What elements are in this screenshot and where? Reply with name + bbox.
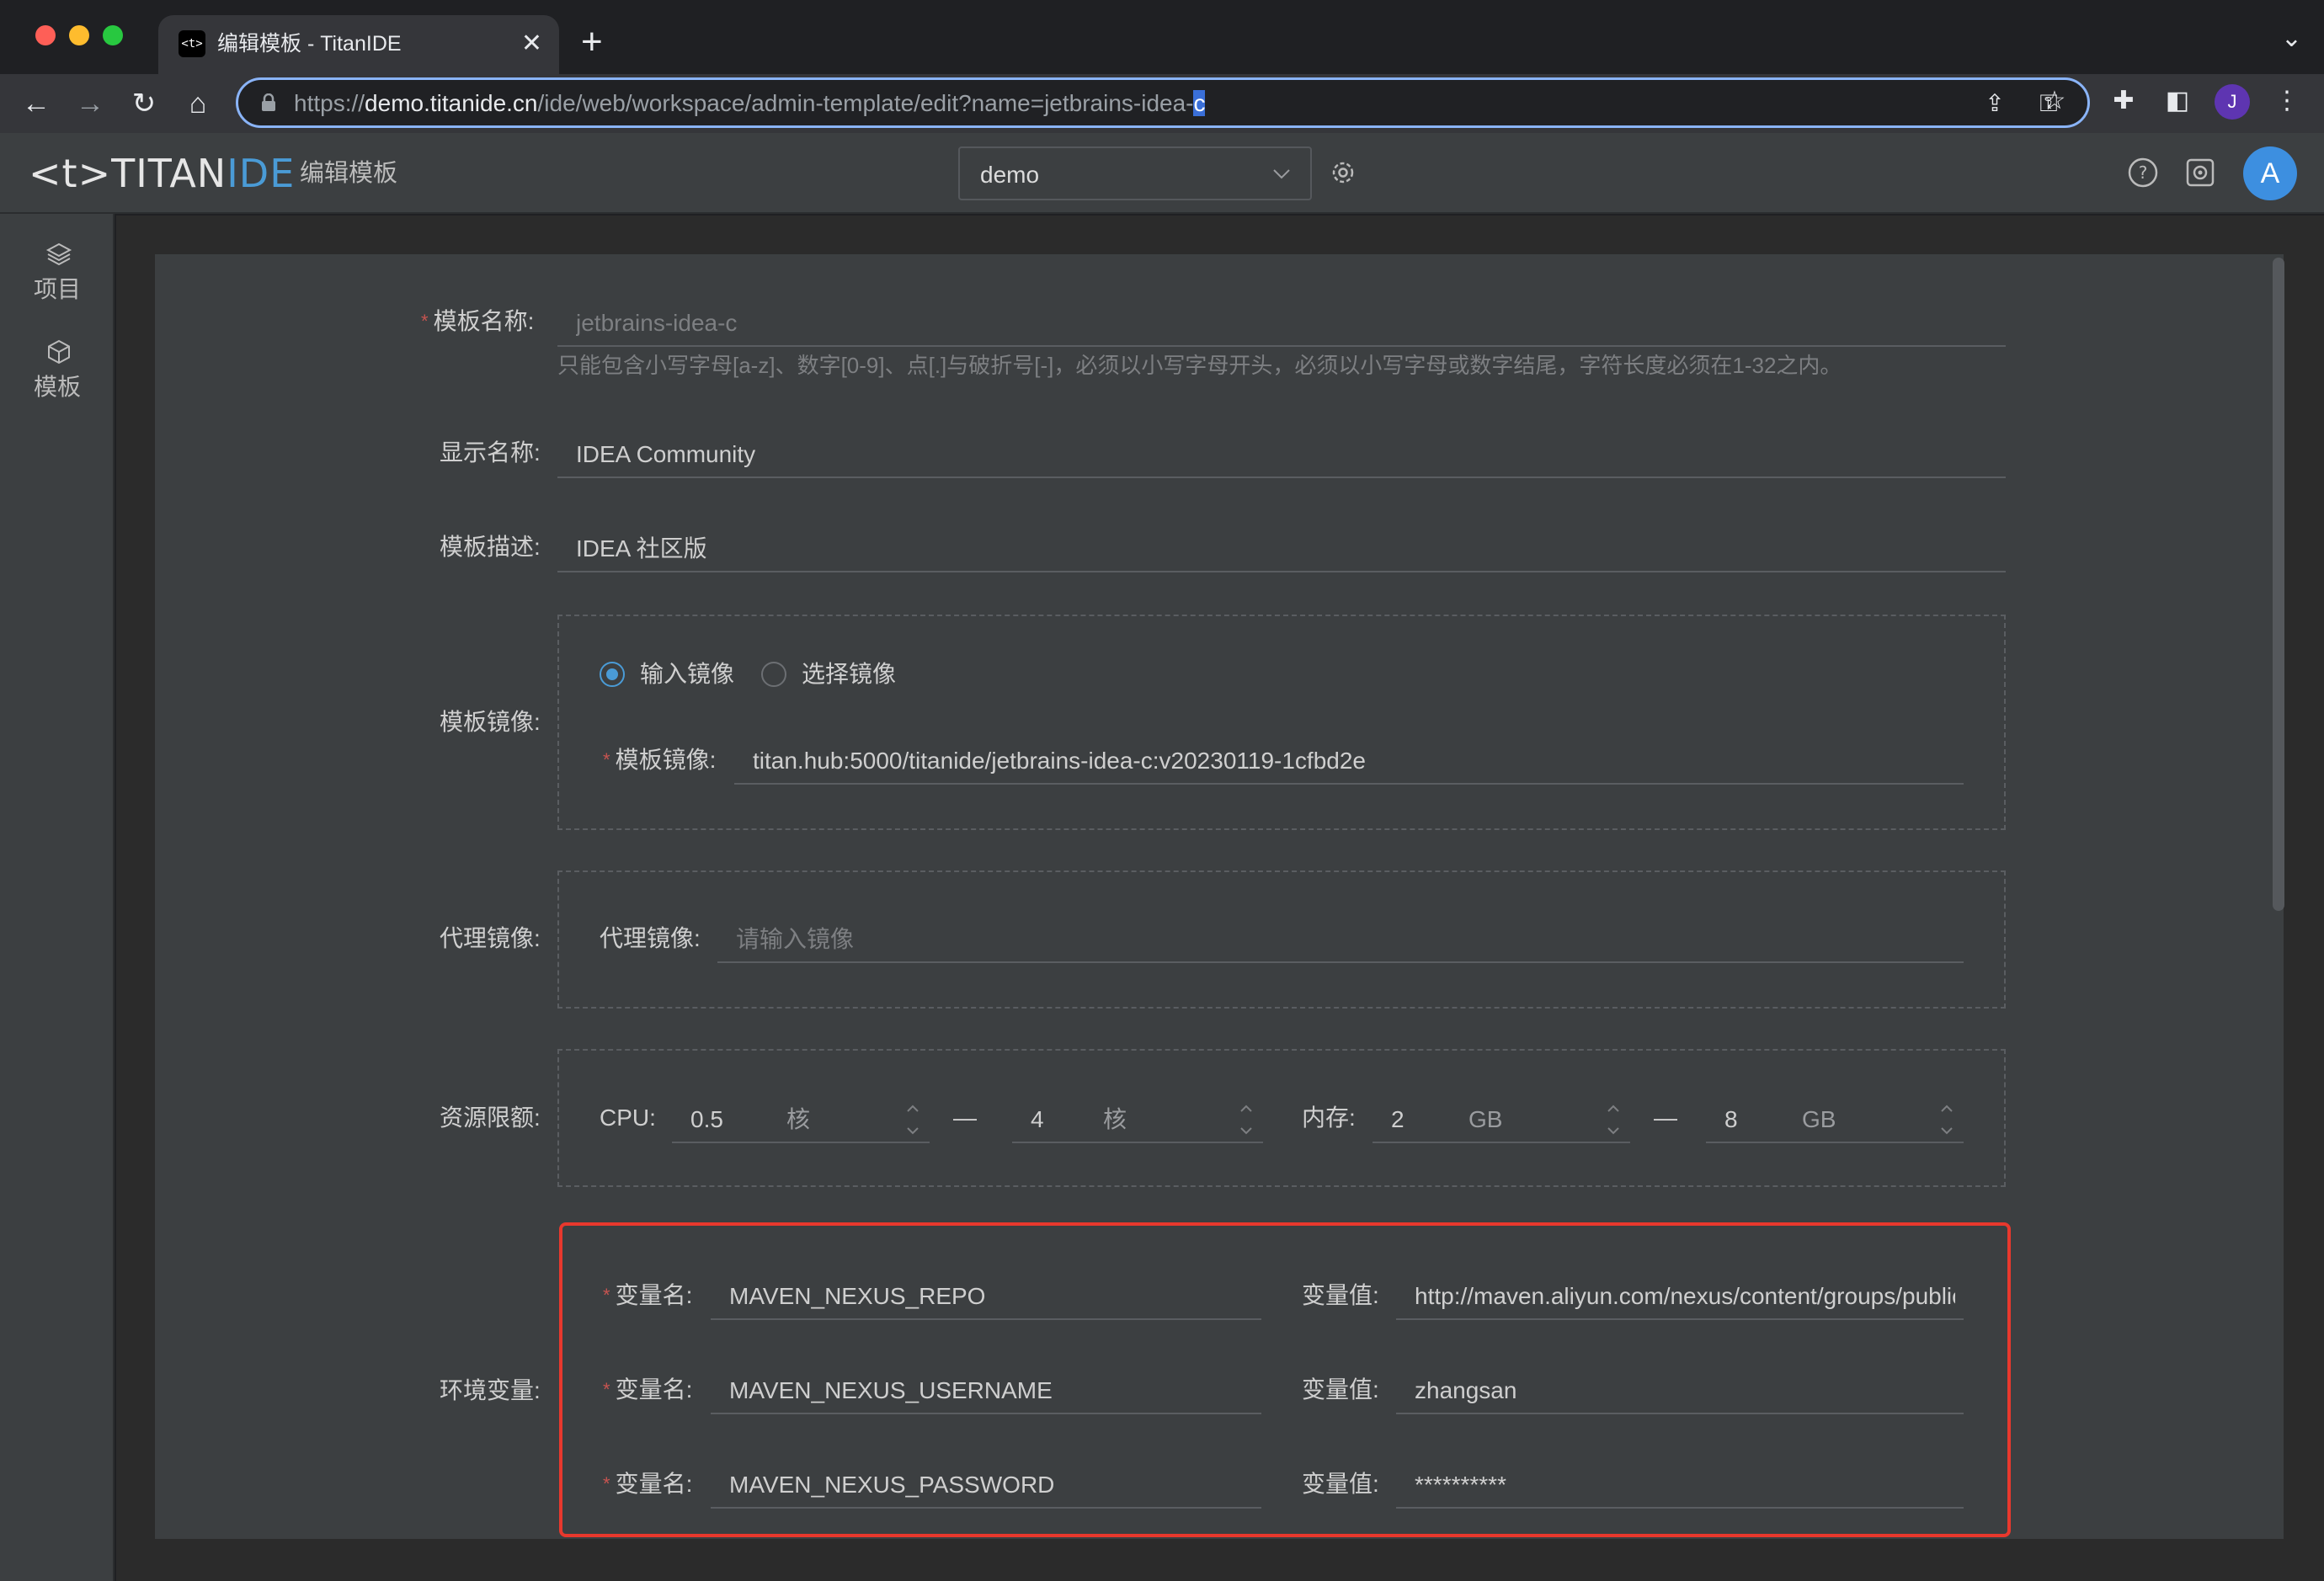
proxy-image-label: 代理镜像: xyxy=(440,925,541,951)
env-value-label: 变量值: xyxy=(1302,1471,1379,1497)
resources-label: 资源限额: xyxy=(440,1105,541,1131)
svg-text:?: ? xyxy=(2139,162,2148,183)
user-avatar[interactable]: A xyxy=(2243,146,2297,200)
side-panel-icon[interactable]: ◧ xyxy=(2161,84,2194,118)
proxy-image-placeholder: 请输入镜像 xyxy=(736,926,855,952)
radio-select-image-label[interactable]: 选择镜像 xyxy=(802,657,896,691)
browser-tab-active[interactable]: <t> 编辑模板 - TitanIDE ✕ xyxy=(158,15,559,74)
spinner-arrows-icon[interactable] xyxy=(1938,1099,1955,1140)
template-name-hint: 只能包含小写字母[a-z]、数字[0-9]、点[.]与破折号[-]，必须以小写字… xyxy=(557,353,1842,378)
new-tab-plus-icon[interactable]: + xyxy=(581,19,603,66)
reload-icon[interactable]: ↻ xyxy=(125,84,163,123)
memory-range-separator: — xyxy=(1654,1105,1677,1131)
browser-toolbar: ← → ↻ ⌂ https://demo.titanide.cn/ide/web… xyxy=(0,74,2324,133)
help-icon[interactable]: ? xyxy=(2125,155,2161,190)
memory-label: 内存: xyxy=(1302,1105,1356,1131)
env-value-input[interactable]: http://maven.aliyun.com/nexus/content/gr… xyxy=(1396,1273,1964,1320)
gear-icon[interactable] xyxy=(1327,157,1359,189)
env-name-label: 变量名: xyxy=(603,1279,693,1312)
window-zoom-button[interactable] xyxy=(103,25,123,45)
tab-title: 编辑模板 - TitanIDE xyxy=(217,32,402,56)
sidebar-item-label: 项目 xyxy=(33,276,81,302)
workspace-select-value: demo xyxy=(980,162,1040,188)
spinner-arrows-icon[interactable] xyxy=(1238,1099,1255,1140)
image-label: 模板镜像: xyxy=(440,709,541,735)
radio-select-image[interactable] xyxy=(761,662,786,687)
display-name-label: 显示名称: xyxy=(440,439,541,466)
share-icon[interactable]: ⇪ xyxy=(1980,88,2010,119)
env-name-input[interactable]: MAVEN_NEXUS_PASSWORD xyxy=(711,1461,1261,1509)
home-icon[interactable]: ⌂ xyxy=(179,84,217,123)
image-input[interactable]: titan.hub:5000/titanide/jetbrains-idea-c… xyxy=(734,737,1964,785)
env-value-label: 变量值: xyxy=(1302,1282,1379,1308)
tab-close-icon[interactable]: ✕ xyxy=(521,27,542,61)
url-text: https://demo.titanide.cn/ide/web/workspa… xyxy=(294,90,1206,116)
forward-arrow-icon[interactable]: → xyxy=(71,84,109,123)
description-label: 模板描述: xyxy=(440,534,541,560)
workspace-select[interactable]: demo xyxy=(958,146,1312,200)
env-value-input[interactable]: ********** xyxy=(1396,1461,1964,1509)
sidebar-item-templates[interactable]: 模板 xyxy=(0,328,115,413)
browser-profile-avatar[interactable]: J xyxy=(2215,84,2250,120)
sidebar: 项目 模板 xyxy=(0,214,115,1581)
env-name-input[interactable]: MAVEN_NEXUS_REPO xyxy=(711,1273,1261,1320)
env-value-input[interactable]: zhangsan xyxy=(1396,1367,1964,1414)
spinner-arrows-icon[interactable] xyxy=(904,1099,921,1140)
template-name-input[interactable]: jetbrains-idea-c xyxy=(557,300,2006,347)
env-name-input[interactable]: MAVEN_NEXUS_USERNAME xyxy=(711,1367,1261,1414)
image-value: titan.hub:5000/titanide/jetbrains-idea-c… xyxy=(753,748,1366,774)
window-close-button[interactable] xyxy=(35,25,56,45)
description-input[interactable]: IDEA 社区版 xyxy=(557,525,2006,572)
spinner-arrows-icon[interactable] xyxy=(1605,1099,1622,1140)
extensions-puzzle-icon[interactable]: ✚ xyxy=(2107,84,2140,118)
description-value: IDEA 社区版 xyxy=(576,535,707,562)
settings-panel-icon[interactable] xyxy=(2183,155,2218,190)
env-name-label: 变量名: xyxy=(603,1467,693,1501)
back-arrow-icon[interactable]: ← xyxy=(17,84,56,123)
bookmark-star-icon[interactable]: ☆ xyxy=(2038,84,2071,118)
image-inner-label: 模板镜像: xyxy=(603,743,717,777)
layers-icon xyxy=(45,242,72,266)
cpu-range-separator: — xyxy=(953,1105,977,1131)
browser-menu-icon[interactable]: ⋮ xyxy=(2270,84,2304,118)
sidebar-item-projects[interactable]: 项目 xyxy=(0,231,115,315)
radio-input-image[interactable] xyxy=(600,662,625,687)
template-name-label: 模板名称: xyxy=(421,305,535,338)
window-minimize-button[interactable] xyxy=(69,25,89,45)
tab-search-chevron-icon[interactable]: ⌄ xyxy=(2281,22,2302,56)
memory-max-input[interactable]: 8 GB xyxy=(1706,1096,1964,1143)
memory-min-input[interactable]: 2 GB xyxy=(1373,1096,1630,1143)
proxy-image-inner-label: 代理镜像: xyxy=(600,925,701,951)
chevron-down-icon xyxy=(1273,169,1290,179)
cube-icon xyxy=(48,339,70,365)
sidebar-item-label: 模板 xyxy=(33,374,81,400)
page-title: 编辑模板 xyxy=(300,160,398,187)
cpu-max-input[interactable]: 4 核 xyxy=(1012,1096,1263,1143)
titanide-favicon-icon: <t> xyxy=(179,30,205,57)
lock-icon xyxy=(262,93,275,111)
env-label: 环境变量: xyxy=(440,1377,541,1403)
titanide-logo[interactable]: <t>TITANIDE xyxy=(29,150,295,197)
display-name-value: IDEA Community xyxy=(576,441,756,467)
display-name-input[interactable]: IDEA Community xyxy=(557,431,2006,478)
template-name-value: jetbrains-idea-c xyxy=(576,310,738,336)
address-bar[interactable]: https://demo.titanide.cn/ide/web/workspa… xyxy=(236,77,2090,128)
env-value-label: 变量值: xyxy=(1302,1376,1379,1403)
env-name-label: 变量名: xyxy=(603,1373,693,1407)
cpu-label: CPU: xyxy=(600,1105,656,1131)
image-group xyxy=(557,615,2006,830)
proxy-image-input[interactable]: 请输入镜像 xyxy=(717,916,1964,963)
radio-input-image-label[interactable]: 输入镜像 xyxy=(640,657,734,691)
form-scrollbar[interactable] xyxy=(2273,258,2284,911)
browser-tab-bar: <t> 编辑模板 - TitanIDE ✕ + ⌄ xyxy=(0,0,2324,74)
cpu-min-input[interactable]: 0.5 核 xyxy=(672,1096,930,1143)
app-header: <t>TITANIDE 编辑模板 demo ? A xyxy=(0,133,2324,214)
